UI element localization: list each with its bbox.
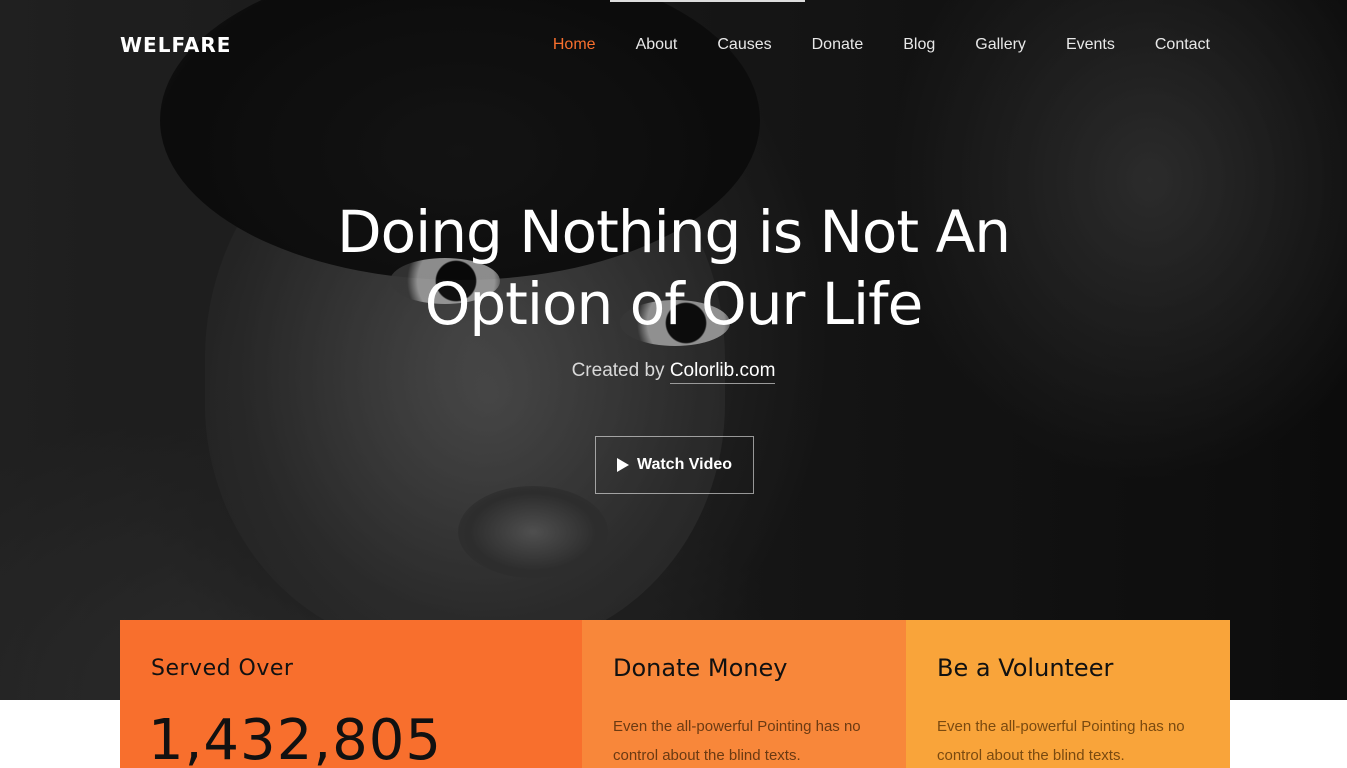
card-served-over: Served Over 1,432,805 — [120, 620, 582, 768]
hero-overlay — [0, 0, 1347, 700]
hero-background-image — [0, 0, 1347, 700]
hero-title-line-2: Option of Our Life — [424, 270, 924, 338]
brand-logo[interactable]: WELFARE — [120, 33, 231, 57]
feature-cards: Served Over 1,432,805 Donate Money Even … — [120, 620, 1230, 768]
nav-item-gallery[interactable]: Gallery — [955, 35, 1046, 55]
credit-link[interactable]: Colorlib.com — [669, 360, 776, 384]
served-count: 1,432,805 — [148, 708, 443, 768]
credit-prefix: Created by — [571, 360, 665, 381]
page: WELFARE Home About Causes Donate Blog Ga… — [0, 0, 1347, 768]
card-be-a-volunteer[interactable]: Be a Volunteer Even the all-powerful Poi… — [906, 620, 1230, 768]
main-nav: Home About Causes Donate Blog Gallery Ev… — [533, 35, 1210, 55]
play-icon — [616, 458, 629, 472]
nav-item-contact[interactable]: Contact — [1135, 35, 1210, 55]
nav-item-about[interactable]: About — [616, 35, 698, 55]
nav-item-causes[interactable]: Causes — [697, 35, 791, 55]
hero-title-line-1: Doing Nothing is Not An — [336, 198, 1011, 266]
card-volunteer-title[interactable]: Be a Volunteer — [937, 654, 1113, 682]
hero-title: Doing Nothing is Not An Option of Our Li… — [0, 196, 1347, 340]
nav-item-donate[interactable]: Donate — [792, 35, 884, 55]
card-donate-text: Even the all-powerful Pointing has no co… — [613, 718, 861, 764]
scroll-indicator — [610, 0, 805, 2]
card-volunteer-text: Even the all-powerful Pointing has no co… — [937, 718, 1185, 764]
nav-item-events[interactable]: Events — [1046, 35, 1135, 55]
card-donate-money[interactable]: Donate Money Even the all-powerful Point… — [582, 620, 906, 768]
hero-credit: Created by Colorlib.com — [0, 360, 1347, 384]
nav-item-blog[interactable]: Blog — [883, 35, 955, 55]
watch-video-button[interactable]: Watch Video — [595, 436, 754, 494]
nav-item-home[interactable]: Home — [533, 35, 616, 55]
card-served-title: Served Over — [151, 656, 294, 681]
watch-video-label: Watch Video — [636, 456, 733, 473]
card-donate-title[interactable]: Donate Money — [613, 654, 787, 682]
